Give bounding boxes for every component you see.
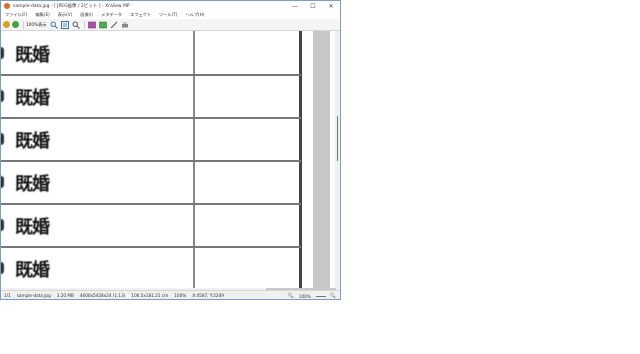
menu-metadata[interactable]: メタデータ — [101, 12, 122, 18]
table-row-line — [1, 74, 301, 76]
status-zoom: 100% — [174, 293, 187, 298]
cell-text: 既婚 — [15, 217, 50, 238]
status-coordinates: X:4587, Y:2209 — [192, 293, 224, 298]
row-marker — [1, 176, 4, 188]
menu-bar: ファイル(F) 編集(E) 表示(V) 画像(I) メタデータ エフェクト ツー… — [1, 11, 340, 19]
menu-image[interactable]: 画像(I) — [80, 12, 93, 18]
edit-icon[interactable] — [109, 20, 118, 29]
slideshow-icon[interactable] — [98, 20, 107, 29]
zoom-out-icon[interactable] — [71, 20, 80, 29]
status-bar: 1/1 sample-data.jpg 3.20 MB 4600x5428x24… — [1, 290, 340, 299]
zoom-controls: 🔍 100% 🔍 — [286, 291, 338, 299]
window-title: sample-data.jpg - [ JPEG画像 / 2ビット ] - Xn… — [13, 4, 130, 9]
image-margin-strip — [313, 31, 330, 288]
row-marker — [1, 47, 4, 59]
cell-text: 既婚 — [15, 131, 50, 152]
row-marker — [1, 90, 4, 102]
table-row-line — [1, 203, 301, 205]
minimize-button[interactable]: — — [286, 1, 304, 11]
zoom-value: 100% — [298, 293, 311, 299]
status-filesize: 3.20 MB — [56, 293, 74, 298]
row-marker — [1, 262, 4, 274]
zoom-in-icon[interactable] — [49, 20, 58, 29]
fullscreen-icon[interactable] — [87, 20, 96, 29]
title-bar[interactable]: sample-data.jpg - [ JPEG画像 / 2ビット ] - Xn… — [1, 1, 340, 11]
app-logo-icon[interactable] — [4, 3, 10, 9]
zoom-slider[interactable] — [315, 295, 326, 297]
zoom-100-button[interactable]: 100%表示 — [26, 22, 46, 28]
status-filename: sample-data.jpg — [16, 293, 51, 298]
print-icon[interactable] — [120, 20, 129, 29]
close-button[interactable]: ✕ — [322, 1, 340, 11]
cell-text: 既婚 — [15, 260, 50, 281]
vertical-scroll-thumb[interactable] — [337, 116, 338, 161]
table-row-line — [1, 160, 301, 162]
browser-icon[interactable] — [3, 21, 10, 28]
image-viewport[interactable]: 既婚 既婚 既婚 既婚 既婚 既婚 — [1, 31, 340, 288]
toolbar-divider — [23, 20, 24, 29]
vertical-scrollbar[interactable] — [335, 31, 340, 288]
status-index: 1/1 — [4, 293, 11, 298]
maximize-button[interactable]: ☐ — [304, 1, 322, 11]
fit-window-icon[interactable] — [60, 20, 69, 29]
cell-text: 既婚 — [15, 88, 50, 109]
zoom-in-icon[interactable]: 🔍 — [330, 293, 336, 299]
window-controls: — ☐ ✕ — [286, 1, 340, 11]
toolbar-divider — [84, 20, 86, 29]
zoom-out-icon[interactable]: 🔍 — [288, 293, 294, 299]
scanned-document-image: 既婚 既婚 既婚 既婚 既婚 既婚 — [1, 31, 311, 288]
table-row-line — [1, 117, 301, 119]
menu-view[interactable]: 表示(V) — [58, 12, 73, 18]
row-marker — [1, 133, 4, 145]
cell-text: 既婚 — [15, 174, 50, 195]
app-window: sample-data.jpg - [ JPEG画像 / 2ビット ] - Xn… — [0, 0, 341, 300]
menu-effects[interactable]: エフェクト — [130, 12, 151, 18]
table-row-line — [1, 246, 301, 248]
menu-help[interactable]: ヘルプ(H) — [185, 12, 204, 18]
toolbar: 100%表示 — [1, 19, 340, 31]
menu-file[interactable]: ファイル(F) — [5, 12, 27, 18]
menu-tools[interactable]: ツール(T) — [159, 12, 177, 18]
status-physical-size: 106.5x181.21 cm — [131, 293, 169, 298]
menu-edit[interactable]: 編集(E) — [35, 12, 49, 18]
cell-text: 既婚 — [15, 45, 50, 66]
next-icon[interactable] — [12, 21, 19, 28]
row-marker — [1, 219, 4, 231]
status-dimensions: 4600x5428x24 (1.13) — [79, 293, 126, 298]
